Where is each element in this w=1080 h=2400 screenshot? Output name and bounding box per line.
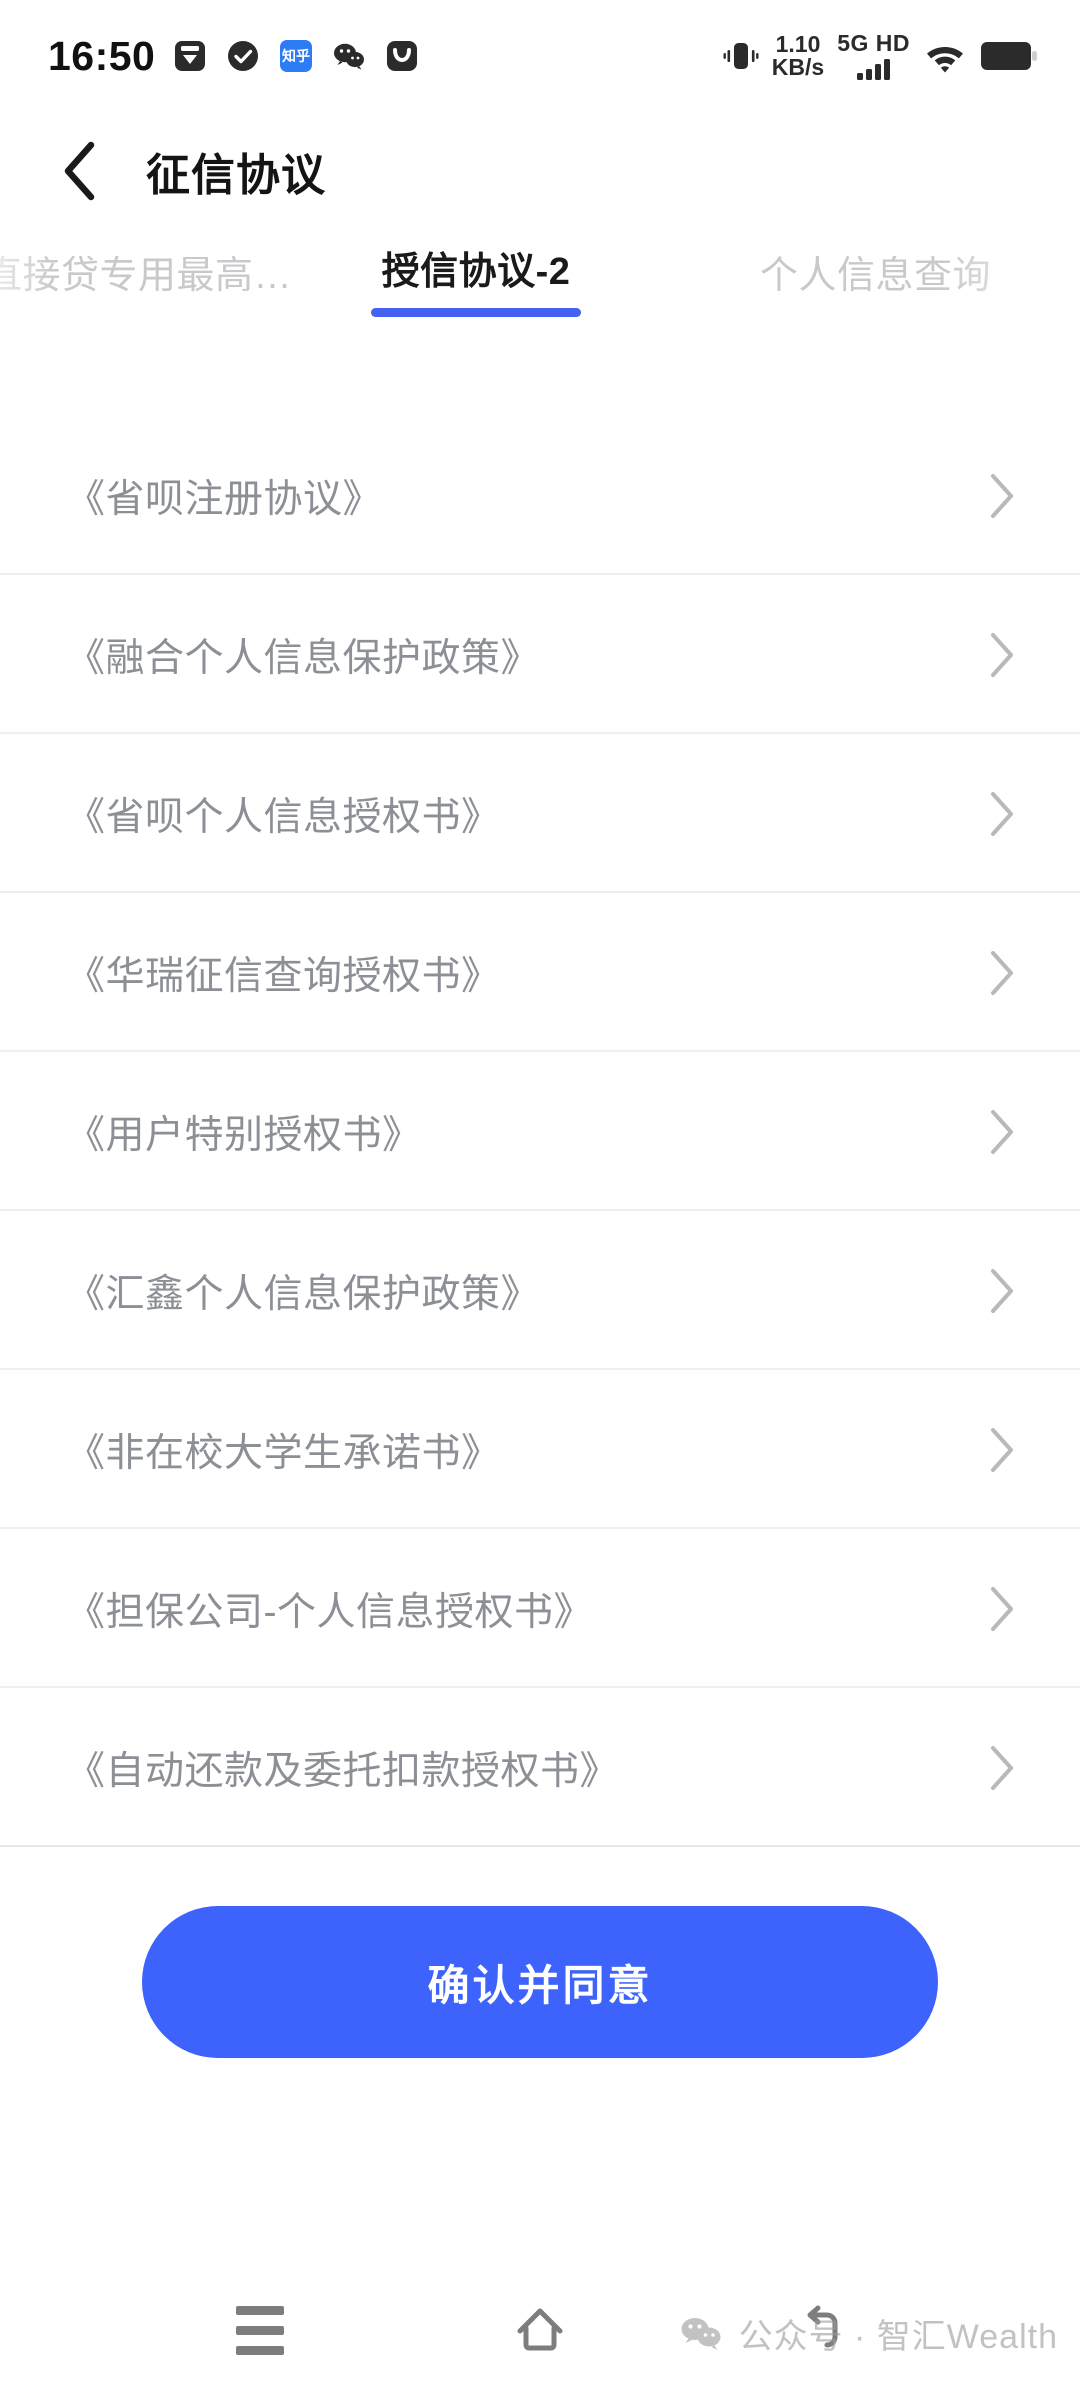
- tab-credit-agreement-2[interactable]: 授信协议-2: [371, 251, 581, 317]
- mail-app-icon: [387, 41, 418, 71]
- chevron-right-icon: [980, 1745, 1024, 1790]
- agreement-label: 《省呗注册协议》: [66, 477, 383, 521]
- wifi-icon: [927, 46, 963, 73]
- page-title: 征信协议: [146, 151, 326, 200]
- zhihu-app-icon: 知乎: [280, 40, 313, 72]
- chevron-right-icon: [980, 1586, 1024, 1631]
- status-bar-left: 16:50 知乎: [48, 32, 420, 79]
- agreement-label: 《汇鑫个人信息保护政策》: [66, 1272, 541, 1316]
- agreement-label: 《省呗个人信息授权书》: [66, 795, 501, 839]
- tab-active-underline: [371, 307, 581, 317]
- chevron-right-icon: [980, 1268, 1024, 1313]
- tab-bar: 直接贷专用最高… 授信协议-2 个人信息查询: [0, 230, 1080, 358]
- list-item[interactable]: 《汇鑫个人信息保护政策》: [0, 1211, 1080, 1370]
- tab-direct-loan[interactable]: 直接贷专用最高…: [0, 255, 293, 298]
- list-item[interactable]: 《省呗个人信息授权书》: [0, 734, 1080, 893]
- agreement-label: 《非在校大学生承诺书》: [66, 1431, 501, 1475]
- chevron-right-icon: [980, 473, 1024, 518]
- menu-icon: [236, 2305, 284, 2355]
- home-button[interactable]: [485, 2285, 595, 2375]
- network-type-label: 5G HD: [837, 29, 910, 56]
- list-item[interactable]: 《用户特别授权书》: [0, 1052, 1080, 1211]
- list-item[interactable]: 《融合个人信息保护政策》: [0, 575, 1080, 734]
- agreement-label: 《自动还款及委托扣款授权书》: [66, 1749, 620, 1793]
- signal-bars-icon: [857, 58, 891, 81]
- save-app-icon: [175, 41, 206, 71]
- back-button[interactable]: [46, 137, 114, 205]
- agreement-label: 《担保公司-个人信息授权书》: [66, 1590, 593, 1634]
- chevron-right-icon: [980, 632, 1024, 677]
- page-header: 征信协议: [0, 112, 1080, 230]
- android-navigation-bar: [0, 2260, 1080, 2400]
- list-item[interactable]: 《华瑞征信查询授权书》: [0, 893, 1080, 1052]
- network-speed-indicator: 1.10 KB/s: [771, 30, 825, 80]
- list-item[interactable]: 《自动还款及委托扣款授权书》: [0, 1688, 1080, 1847]
- cta-container: 确认并同意: [0, 1906, 1080, 2058]
- cellular-signal-indicator: 5G HD: [837, 29, 910, 81]
- network-speed-unit: KB/s: [771, 53, 825, 80]
- home-icon: [517, 2308, 563, 2351]
- back-nav-button[interactable]: [765, 2285, 875, 2375]
- check-circle-app-icon: [228, 41, 259, 71]
- status-clock: 16:50: [48, 32, 156, 79]
- tab-label: 授信协议-2: [381, 251, 571, 293]
- list-item[interactable]: 《省呗注册协议》: [0, 416, 1080, 575]
- svg-text:知乎: 知乎: [282, 48, 310, 65]
- status-bar: 16:50 知乎 1.10 KB/s 5G HD: [0, 0, 1080, 112]
- network-speed-value: 1.10: [775, 30, 821, 57]
- chevron-right-icon: [980, 1109, 1024, 1154]
- tab-label: 直接贷专用最高…: [0, 255, 293, 297]
- chevron-right-icon: [980, 1427, 1024, 1472]
- tab-personal-info-query[interactable]: 个人信息查询: [760, 255, 992, 298]
- agreement-list: 《省呗注册协议》 《融合个人信息保护政策》 《省呗个人信息授权书》 《华瑞征信查…: [0, 416, 1080, 1847]
- recents-button[interactable]: [205, 2285, 315, 2375]
- battery-icon: [981, 41, 1037, 70]
- back-arrow-icon: [807, 2305, 838, 2348]
- vibrate-icon: [723, 42, 759, 69]
- list-item[interactable]: 《非在校大学生承诺书》: [0, 1370, 1080, 1529]
- status-bar-right: 1.10 KB/s 5G HD: [723, 29, 1038, 81]
- agreement-label: 《用户特别授权书》: [66, 1113, 422, 1157]
- chevron-right-icon: [980, 950, 1024, 995]
- wechat-app-icon: [334, 43, 365, 70]
- confirm-and-agree-button[interactable]: 确认并同意: [142, 1906, 938, 2058]
- chevron-right-icon: [980, 791, 1024, 836]
- list-item[interactable]: 《担保公司-个人信息授权书》: [0, 1529, 1080, 1688]
- agreement-label: 《融合个人信息保护政策》: [66, 636, 541, 680]
- agreement-label: 《华瑞征信查询授权书》: [66, 954, 501, 998]
- tab-label: 个人信息查询: [760, 255, 992, 297]
- chevron-left-icon: [64, 141, 95, 201]
